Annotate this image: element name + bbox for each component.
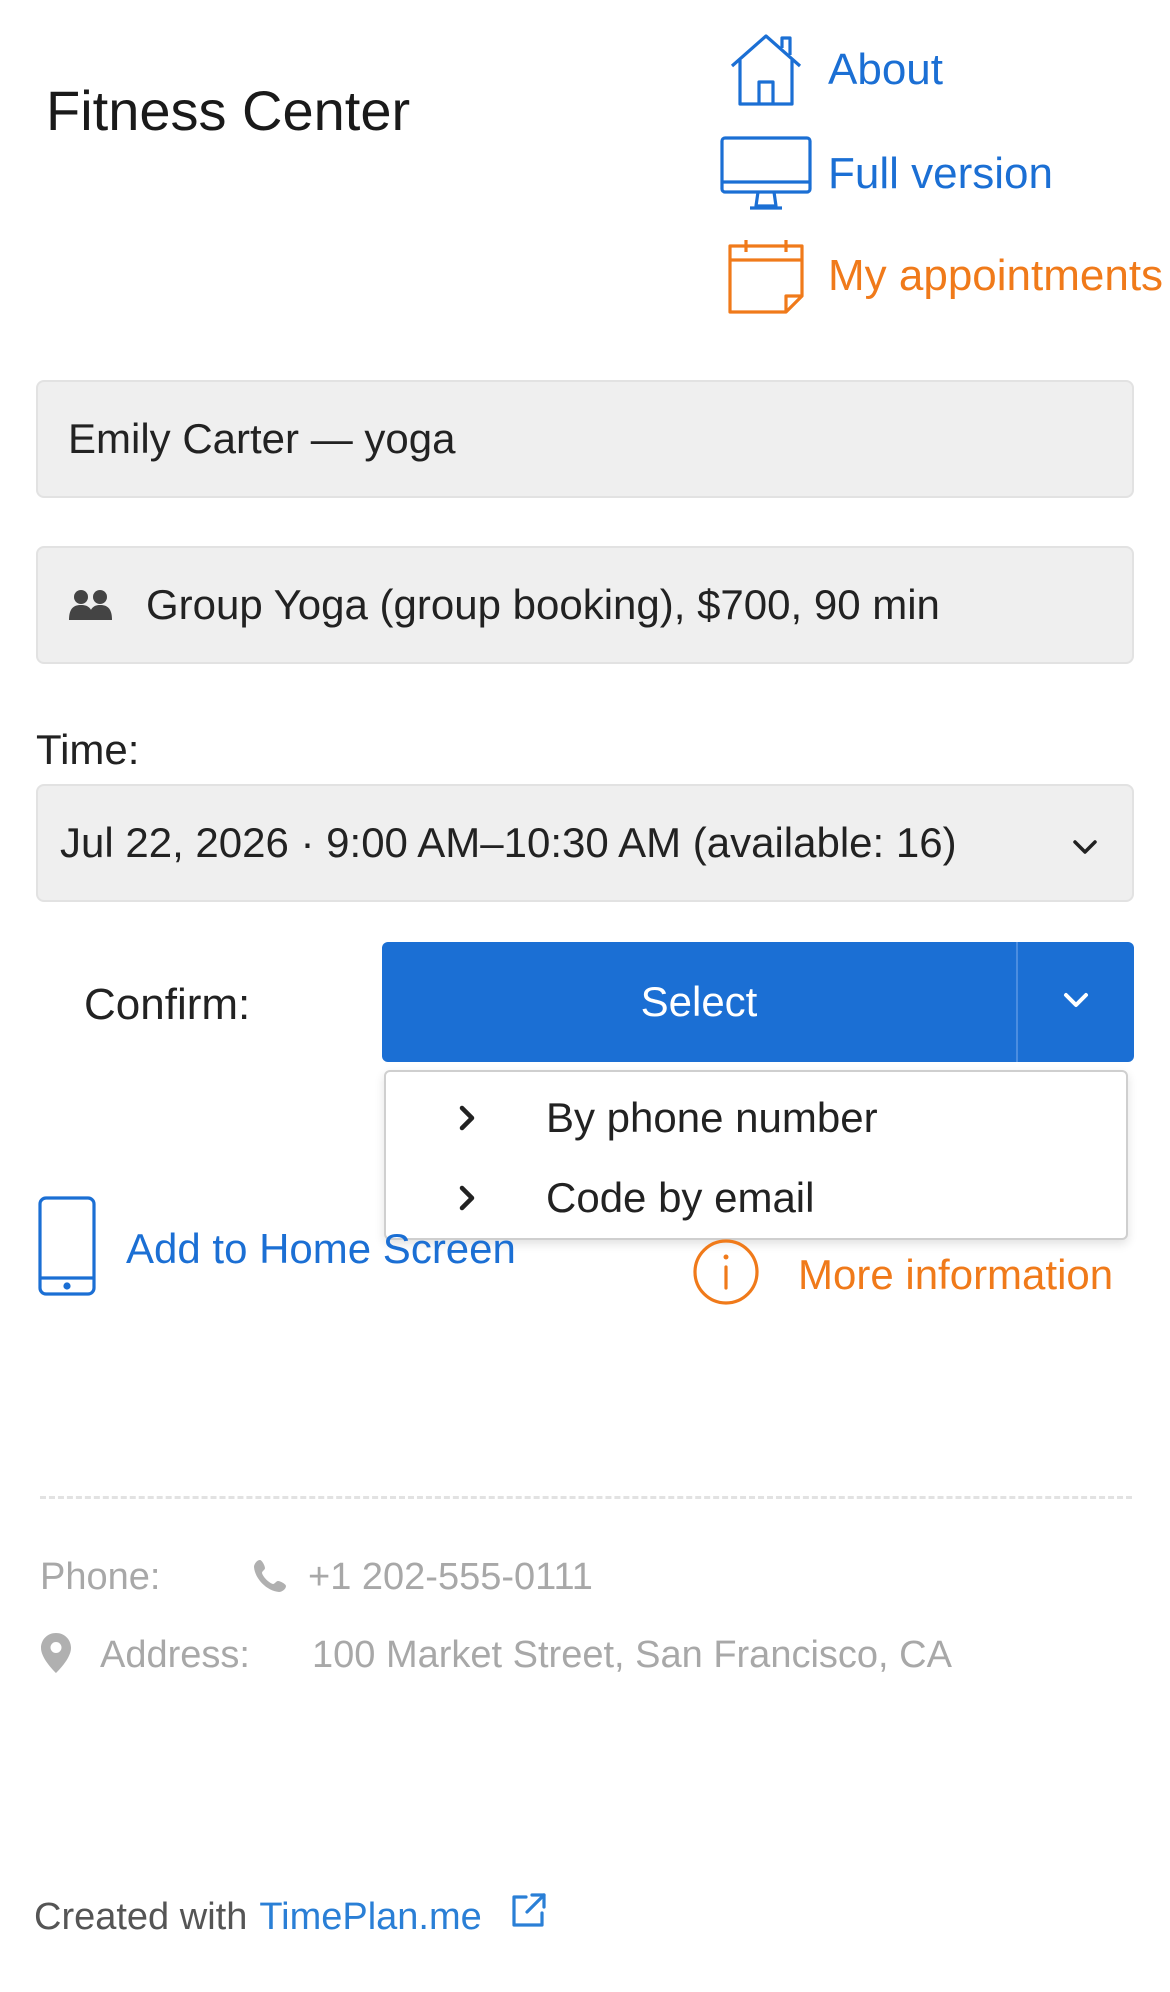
external-link-icon[interactable]	[510, 1890, 550, 1930]
add-to-home-screen-link[interactable]: Add to Home Screen	[38, 1196, 516, 1301]
menu-item-label: Code by email	[546, 1174, 815, 1221]
chevron-down-icon	[1059, 983, 1093, 1022]
monitor-icon	[718, 130, 814, 218]
map-pin-icon	[40, 1632, 72, 1674]
confirm-select-group: Select	[382, 942, 1134, 1062]
menu-item-by-phone[interactable]: By phone number	[386, 1078, 1126, 1158]
service-value: Group Yoga (group booking), $700, 90 min	[146, 581, 940, 628]
nav-my-appointments-label: My appointments	[828, 251, 1164, 300]
info-circle-icon	[692, 1238, 760, 1311]
nav-about-link[interactable]: About	[718, 26, 943, 114]
time-value: Jul 22, 2026 · 9:00 AM–10:30 AM (availab…	[60, 819, 957, 866]
smartphone-icon	[38, 1196, 96, 1301]
footer-brand-link[interactable]: TimePlan.me	[259, 1896, 481, 1939]
confirm-label: Confirm:	[84, 980, 251, 1029]
select-dropdown-toggle[interactable]	[1016, 942, 1134, 1062]
nav-full-version-link[interactable]: Full version	[718, 130, 1053, 218]
footer: Created with TimePlan.me	[34, 1892, 550, 1939]
address-label: Address:	[100, 1634, 250, 1676]
calendar-icon	[718, 232, 814, 320]
nav-full-version-label: Full version	[828, 149, 1053, 198]
service-field[interactable]: Group Yoga (group booking), $700, 90 min	[36, 546, 1134, 664]
group-users-icon	[68, 585, 116, 625]
provider-value: Emily Carter — yoga	[68, 415, 456, 462]
phone-icon	[252, 1558, 288, 1594]
time-label: Time:	[36, 726, 140, 773]
select-button[interactable]: Select	[382, 942, 1016, 1062]
footer-created-with: Created with	[34, 1896, 248, 1938]
more-information-label: More information	[798, 1250, 1114, 1298]
nav-my-appointments-link[interactable]: My appointments	[718, 232, 1163, 320]
phone-value[interactable]: +1 202-555-0111	[308, 1556, 593, 1599]
phone-label: Phone:	[40, 1556, 161, 1598]
menu-item-label: By phone number	[546, 1094, 878, 1141]
more-information-link[interactable]: More information	[692, 1238, 1113, 1311]
nav-about-label: About	[828, 45, 943, 94]
address-value: 100 Market Street, San Francisco, CA	[312, 1634, 952, 1676]
time-select[interactable]: Jul 22, 2026 · 9:00 AM–10:30 AM (availab…	[36, 784, 1134, 902]
house-icon	[718, 26, 814, 114]
chevron-down-icon	[1068, 826, 1102, 860]
provider-field[interactable]: Emily Carter — yoga	[36, 380, 1134, 498]
divider	[40, 1496, 1132, 1499]
chevron-right-icon	[452, 1101, 500, 1135]
page-title: Fitness Center	[46, 79, 411, 142]
add-to-home-screen-label: Add to Home Screen	[126, 1224, 516, 1272]
